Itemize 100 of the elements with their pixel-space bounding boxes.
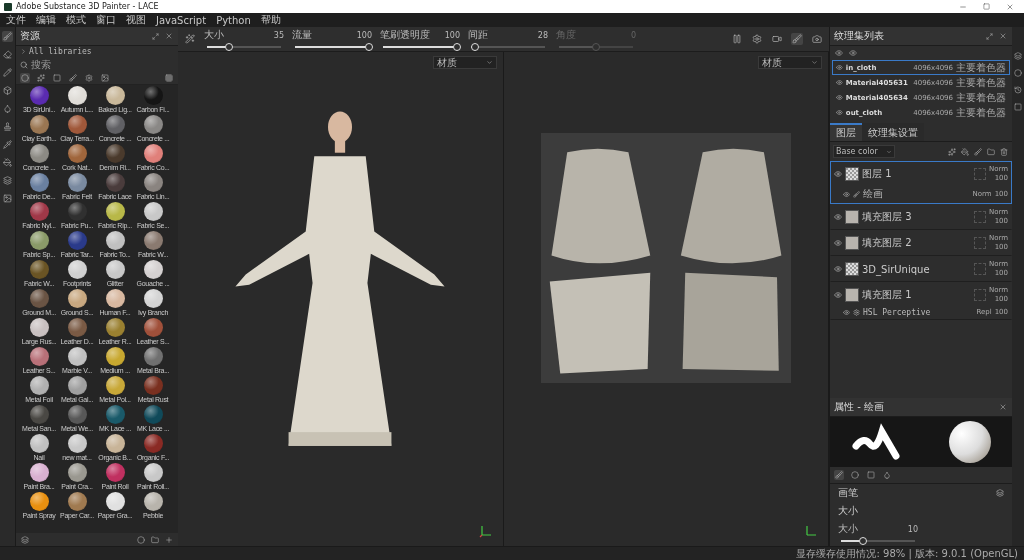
screenshot-button[interactable] — [811, 33, 823, 45]
brush-icon — [853, 190, 860, 198]
menu-item[interactable]: 文件 — [6, 13, 26, 27]
layers-icon — [1014, 52, 1022, 60]
app-icon — [4, 2, 12, 11]
maximize-icon — [983, 3, 990, 10]
layers-icon — [21, 535, 29, 544]
float-button[interactable] — [985, 31, 994, 41]
geometry-tool[interactable] — [2, 85, 13, 96]
material-sphere-preview — [948, 421, 991, 463]
square-icon — [53, 74, 61, 82]
filter-button[interactable] — [36, 73, 46, 83]
menu-item[interactable]: JavaScript — [156, 14, 207, 26]
add-folder-button[interactable] — [986, 146, 996, 157]
slider-value: 10 — [907, 524, 918, 534]
eye-icon — [834, 239, 842, 247]
float-icon — [986, 32, 993, 40]
square-icon — [867, 471, 875, 479]
add-button[interactable] — [164, 534, 174, 545]
folder-icon — [987, 147, 995, 156]
sphere-icon — [1014, 69, 1022, 77]
layer-name: 填充图层 3 — [862, 210, 913, 224]
slider-label: 流量 — [292, 28, 312, 42]
window-title: Adobe Substance 3D Painter - LACE — [16, 2, 160, 11]
channel-dropdown[interactable]: Base color — [833, 145, 895, 158]
chevron-icon — [20, 48, 27, 55]
visibility-button[interactable] — [834, 48, 844, 58]
paint-mode-button[interactable] — [791, 33, 803, 45]
chevron-icon — [485, 59, 493, 66]
import-button[interactable] — [150, 534, 160, 545]
layers-tool[interactable] — [2, 175, 13, 186]
axis-gizmo-drawing — [478, 524, 493, 538]
mask-slot — [973, 211, 986, 223]
float-button[interactable] — [151, 31, 160, 41]
gear-icon — [85, 74, 93, 82]
delete-button[interactable] — [999, 146, 1009, 157]
3d-viewport[interactable]: 材质 — [178, 52, 504, 546]
close-icon — [165, 32, 173, 40]
close-button[interactable] — [998, 402, 1008, 412]
layer-name: 3D_SirUnique — [862, 263, 931, 275]
texture-set-shader: 主要着色器 — [956, 105, 1006, 120]
image-icon — [3, 194, 12, 203]
filter-button[interactable] — [84, 73, 94, 83]
dock-button[interactable] — [1013, 102, 1023, 112]
filter-button[interactable] — [20, 73, 30, 83]
list-button[interactable] — [20, 534, 30, 545]
dock-button[interactable] — [1013, 85, 1023, 95]
image-tool[interactable] — [2, 193, 13, 204]
add-paint-button[interactable] — [973, 146, 983, 157]
viewport-mode-dropdown[interactable]: 材质 — [432, 56, 497, 69]
filter-button[interactable] — [100, 73, 110, 83]
dock-button[interactable] — [1013, 68, 1023, 78]
projection-tool[interactable] — [2, 67, 13, 78]
menu-item[interactable]: 模式 — [66, 13, 86, 27]
axis-gizmo-drawing — [804, 524, 818, 538]
brush-tool[interactable] — [2, 31, 13, 42]
pipette-icon — [3, 140, 12, 149]
smudge-tool[interactable] — [2, 103, 13, 114]
picker-tool[interactable] — [2, 139, 13, 150]
brush-preset-button[interactable] — [184, 33, 196, 45]
menu-item[interactable]: 视图 — [126, 13, 146, 27]
pause-button[interactable] — [731, 33, 743, 45]
alpha-tab[interactable] — [850, 470, 860, 480]
slider-label: 大小 — [838, 522, 858, 536]
effect-name: 绘画 — [863, 187, 884, 201]
texture-set-shader: 主要着色器 — [956, 75, 1006, 90]
2d-viewport[interactable]: 材质 — [503, 52, 829, 546]
filter-button[interactable] — [68, 73, 78, 83]
close-button[interactable] — [164, 31, 174, 41]
filter-button[interactable] — [52, 73, 62, 83]
camera-button[interactable] — [771, 33, 783, 45]
display-button[interactable] — [751, 33, 763, 45]
library-breadcrumb[interactable]: All libraries — [16, 46, 178, 57]
menu-item[interactable]: 编辑 — [36, 13, 56, 27]
history-icon — [1014, 86, 1022, 94]
stencil-tab[interactable] — [866, 470, 876, 480]
brush-tab[interactable] — [834, 470, 844, 480]
chevron-icon — [886, 148, 892, 155]
mask-slot — [973, 168, 986, 180]
material-tab[interactable] — [882, 470, 892, 480]
close-icon — [1006, 2, 1014, 11]
dock-button[interactable] — [1013, 51, 1023, 61]
menu-item[interactable]: 窗口 — [96, 13, 116, 27]
viewport-mode-dropdown[interactable]: 材质 — [758, 56, 822, 69]
menu-item[interactable]: 帮助 — [260, 13, 281, 27]
slider-value: 28 — [537, 30, 548, 40]
eye-icon — [834, 265, 842, 273]
clone-tool[interactable] — [2, 121, 13, 132]
add-effect-button[interactable] — [947, 146, 957, 157]
search-field[interactable]: 搜索 — [31, 59, 151, 70]
fill-tool[interactable] — [2, 157, 13, 168]
refresh-button[interactable] — [136, 534, 146, 545]
close-button[interactable] — [998, 31, 1008, 41]
menu-item[interactable]: Python — [216, 14, 251, 26]
circle-icon — [851, 471, 859, 479]
visibility-button[interactable] — [848, 48, 858, 58]
eraser-tool[interactable] — [2, 49, 13, 60]
panel-tab[interactable]: 图层 — [830, 123, 862, 141]
camera-icon — [812, 34, 822, 44]
add-fill-button[interactable] — [960, 146, 970, 157]
